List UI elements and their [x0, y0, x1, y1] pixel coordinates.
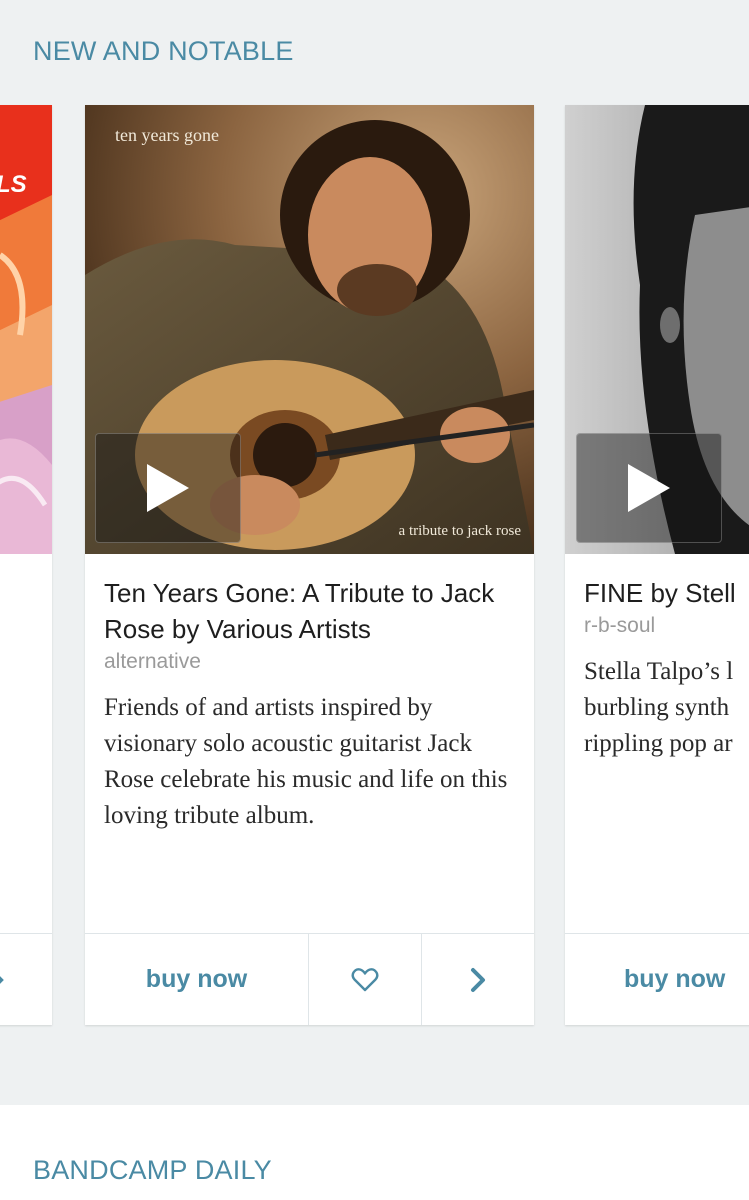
play-button-main[interactable] — [95, 433, 241, 543]
heart-outline-icon — [351, 967, 379, 991]
buy-now-button[interactable]: buy now — [85, 934, 309, 1025]
section-title-bandcamp-daily: BANDCAMP DAILY — [33, 1155, 272, 1185]
wishlist-button[interactable] — [309, 934, 422, 1025]
play-button-right[interactable] — [576, 433, 722, 543]
album-info-right: FINE by Stell r-b-soul Stella Talpo’s l … — [584, 575, 749, 762]
play-icon — [628, 464, 670, 512]
album-cover-left[interactable]: LS — [0, 105, 52, 554]
cover-text-bottom: a tribute to jack rose — [398, 523, 521, 539]
album-blurb: Friends of and artists inspired by visio… — [104, 694, 508, 829]
left-cover-text: LS — [0, 171, 27, 198]
cover-text-top: ten years gone — [115, 125, 219, 145]
album-card-right[interactable]: FINE by Stell r-b-soul Stella Talpo’s l … — [565, 105, 749, 1025]
album-title[interactable]: Ten Years Gone: A Tribute to Jack Rose b… — [104, 575, 516, 647]
album-cover-main[interactable]: ten years gone a tribute to jack rose — [85, 105, 534, 554]
album-cover-right[interactable] — [565, 105, 749, 554]
next-album-button[interactable] — [422, 934, 534, 1025]
right-card-actions: buy now — [565, 933, 749, 1025]
album-genre-right[interactable]: r-b-soul — [584, 611, 749, 641]
album-blurb-right: Stella Talpo’s l burbling synth rippling… — [584, 658, 734, 757]
album-card-left[interactable]: LS — [0, 105, 52, 1025]
album-info-main: Ten Years Gone: A Tribute to Jack Rose b… — [104, 575, 516, 834]
album-card-main[interactable]: ten years gone a tribute to jack rose Te… — [85, 105, 534, 1025]
left-card-next-button[interactable] — [0, 934, 52, 1025]
section-title-new-and-notable: NEW AND NOTABLE — [33, 36, 294, 66]
album-genre[interactable]: alternative — [104, 647, 516, 677]
buy-now-button-right[interactable]: buy now — [565, 934, 749, 1025]
chevron-right-icon — [0, 975, 4, 984]
album-title-right[interactable]: FINE by Stell — [584, 575, 749, 611]
chevron-right-icon — [471, 967, 485, 992]
left-card-actions — [0, 933, 52, 1025]
play-icon — [147, 464, 189, 512]
main-card-actions: buy now — [85, 933, 534, 1025]
